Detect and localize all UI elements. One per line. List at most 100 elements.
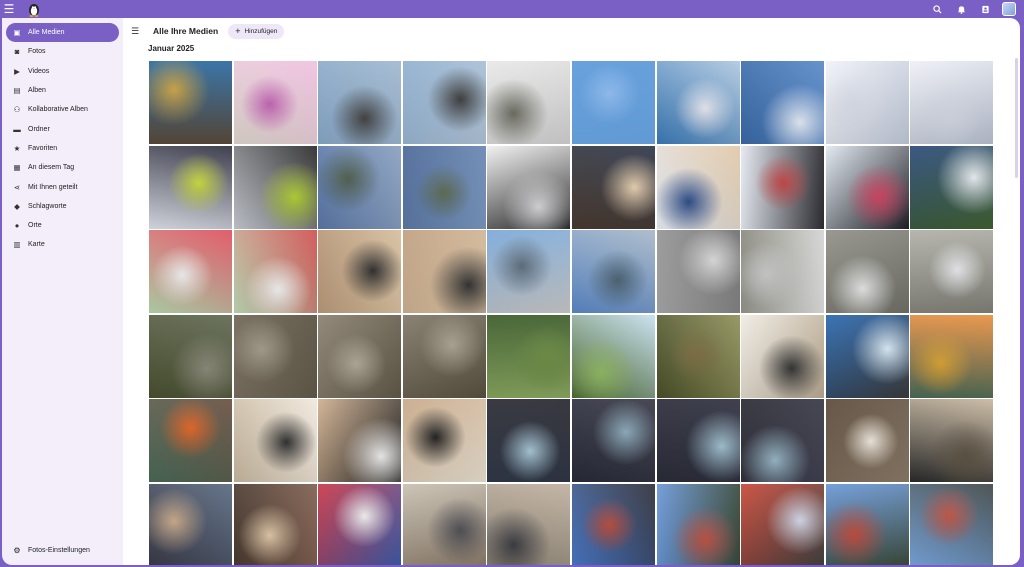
photo-thumbnail-person-fleece-3[interactable] bbox=[656, 399, 740, 483]
user-avatar[interactable] bbox=[1002, 2, 1016, 16]
photo-thumbnail-temple-visit[interactable] bbox=[402, 483, 486, 565]
page-title: Alle Ihre Medien bbox=[153, 26, 219, 36]
photo-thumbnail-ski-resort-sign[interactable] bbox=[910, 145, 994, 229]
photo-thumbnail-family-dinner[interactable] bbox=[233, 483, 317, 565]
contacts-icon[interactable] bbox=[978, 2, 992, 16]
sidebar-item-kollaborative-alben[interactable]: ⚇ Kollaborative Alben bbox=[6, 100, 119, 119]
plus-icon: + bbox=[235, 26, 241, 36]
photo-thumbnail-ski-map[interactable] bbox=[656, 61, 740, 144]
calendar-icon: ▦ bbox=[13, 163, 21, 173]
add-button[interactable]: + Hinzufügen bbox=[228, 23, 285, 39]
photo-thumbnail-rock-wall-3[interactable] bbox=[402, 314, 486, 398]
photo-thumbnail-shrine-crowd[interactable] bbox=[571, 483, 655, 565]
pin-icon: ● bbox=[14, 221, 20, 231]
sidebar-item-karte[interactable]: ▥ Karte bbox=[6, 235, 119, 254]
photo-thumbnail-forest-trees[interactable] bbox=[571, 314, 655, 398]
share-icon: ⋖ bbox=[13, 182, 21, 192]
photo-thumbnail-mount-fuji-screenshot[interactable] bbox=[741, 61, 825, 144]
map-icon: ▥ bbox=[13, 240, 21, 250]
photo-thumbnail-person-fleece[interactable] bbox=[487, 399, 571, 483]
photo-thumbnail-forest-ferns[interactable] bbox=[487, 314, 571, 398]
photo-thumbnail-person-table[interactable] bbox=[149, 483, 232, 565]
photo-thumbnail-calligraphy-stats-2[interactable] bbox=[402, 230, 486, 314]
photo-thumbnail-blue-stationery[interactable] bbox=[825, 314, 909, 398]
photo-thumbnail-crowd-santa[interactable] bbox=[149, 61, 232, 144]
photo-thumbnail-mountain-valley[interactable] bbox=[318, 145, 402, 229]
album-icon: ▤ bbox=[13, 86, 21, 96]
sidebar-item-label: Karte bbox=[28, 241, 45, 249]
sidebar-item-ordner[interactable]: ▬ Ordner bbox=[6, 119, 119, 138]
photo-thumbnail-red-app-screenshot[interactable] bbox=[318, 483, 402, 565]
photo-thumbnail-shibuya-buildings-2[interactable] bbox=[571, 230, 655, 314]
sidebar-item-schlagworte[interactable]: ◆ Schlagworte bbox=[6, 197, 119, 216]
photo-thumbnail-frosty-leaves[interactable] bbox=[656, 230, 740, 314]
photo-thumbnail-person-eating[interactable] bbox=[571, 145, 655, 229]
photo-thumbnail-shrine-crowd-2[interactable] bbox=[825, 483, 909, 565]
photo-thumbnail-person-fleece-2[interactable] bbox=[571, 399, 655, 483]
toggle-navigation-icon[interactable]: ☰ bbox=[131, 26, 143, 37]
sidebar-item-label: Fotos bbox=[28, 48, 46, 56]
photo-thumbnail-calligraphy-frame[interactable] bbox=[318, 399, 402, 483]
photo-thumbnail-skier-slope-2[interactable] bbox=[910, 61, 994, 144]
photo-thumbnail-family-gathering[interactable] bbox=[910, 399, 994, 483]
photo-thumbnail-skier-green-jacket[interactable] bbox=[233, 145, 317, 229]
star-icon: ★ bbox=[13, 143, 21, 153]
photo-thumbnail-skiers-legs[interactable] bbox=[741, 145, 825, 229]
sidebar-item-an-diesem-tag[interactable]: ▦ An diesem Tag bbox=[6, 158, 119, 177]
penguin-logo-icon[interactable] bbox=[26, 1, 42, 17]
photo-thumbnail-calligraphy-paper[interactable] bbox=[741, 314, 825, 398]
scrollbar[interactable] bbox=[1015, 58, 1018, 178]
photo-thumbnail-city-ring-sculpture[interactable] bbox=[318, 61, 402, 144]
photo-thumbnail-shrine-crowd-3[interactable] bbox=[910, 483, 994, 565]
sidebar-item-favoriten[interactable]: ★ Favoriten bbox=[6, 139, 119, 158]
sidebar-item-mit-ihnen-geteilt[interactable]: ⋖ Mit Ihnen geteilt bbox=[6, 177, 119, 196]
sidebar-item-alle-medien[interactable]: ▣ Alle Medien bbox=[6, 23, 119, 43]
sidebar-item-label: Schlagworte bbox=[28, 202, 67, 210]
photo-thumbnail-moon-blue-sky[interactable] bbox=[571, 61, 655, 144]
photo-thumbnail-skier-fallen-snow[interactable] bbox=[487, 145, 571, 229]
collab-album-icon: ⚇ bbox=[13, 105, 21, 115]
photo-thumbnail-rock-wall[interactable] bbox=[233, 314, 317, 398]
photo-thumbnail-skier-slope[interactable] bbox=[825, 61, 909, 144]
photo-thumbnail-backpack-on-snow[interactable] bbox=[487, 61, 571, 144]
main-content: ☰ Alle Ihre Medien + Hinzufügen Januar 2… bbox=[123, 18, 1020, 565]
photo-thumbnail-map-screenshot-2[interactable] bbox=[233, 230, 317, 314]
photo-thumbnail-persimmon-branch[interactable] bbox=[910, 314, 994, 398]
photo-thumbnail-desk-work[interactable] bbox=[825, 399, 909, 483]
sidebar-item-videos[interactable]: ▶ Videos bbox=[6, 62, 119, 81]
sidebar-item-label: Ordner bbox=[28, 125, 50, 133]
sidebar-item-label: Mit Ihnen geteilt bbox=[28, 183, 78, 191]
photo-thumbnail-frost-ground-2[interactable] bbox=[910, 230, 994, 314]
photo-thumbnail-family-photo[interactable] bbox=[487, 483, 571, 565]
photo-thumbnail-skier-yellow-jacket[interactable] bbox=[149, 145, 232, 229]
sidebar-item-label: Favoriten bbox=[28, 144, 58, 152]
photo-thumbnail-calligraphy-stats[interactable] bbox=[318, 230, 402, 314]
photo-thumbnail-shibuya-buildings[interactable] bbox=[487, 230, 571, 314]
photo-thumbnail-rock-wall-2[interactable] bbox=[318, 314, 402, 398]
search-icon[interactable] bbox=[930, 2, 944, 16]
photo-thumbnail-mountain-valley-2[interactable] bbox=[402, 145, 486, 229]
photo-thumbnail-calligraphy-frame-2[interactable] bbox=[402, 399, 486, 483]
photo-thumbnail-shrine-gate-2[interactable] bbox=[741, 483, 825, 565]
photo-thumbnail-person-eating-2[interactable] bbox=[656, 145, 740, 229]
photo-thumbnail-city-ring-sculpture-2[interactable] bbox=[402, 61, 486, 144]
photo-thumbnail-calligraphy-character[interactable] bbox=[233, 399, 317, 483]
hamburger-menu-icon[interactable]: ☰ bbox=[0, 0, 18, 18]
settings-label: Fotos-Einstellungen bbox=[28, 546, 90, 554]
photo-thumbnail-persimmon-table[interactable] bbox=[149, 399, 232, 483]
photo-thumbnail-pink-orchid[interactable] bbox=[233, 61, 317, 144]
photo-thumbnail-skiers-legs-2[interactable] bbox=[825, 145, 909, 229]
photo-thumbnail-person-fleece-4[interactable] bbox=[741, 399, 825, 483]
sidebar-item-orte[interactable]: ● Orte bbox=[6, 216, 119, 235]
photo-thumbnail-shrine-gate[interactable] bbox=[656, 483, 740, 565]
photo-thumbnail-forest-floor[interactable] bbox=[656, 314, 740, 398]
photo-thumbnail-frosty-rock[interactable] bbox=[741, 230, 825, 314]
settings-button[interactable]: ⚙ Fotos-Einstellungen bbox=[6, 543, 90, 557]
photo-thumbnail-rocky-stream[interactable] bbox=[149, 314, 232, 398]
photo-thumbnail-map-screenshot[interactable] bbox=[149, 230, 232, 314]
photo-thumbnail-frost-ground[interactable] bbox=[825, 230, 909, 314]
sidebar-item-alben[interactable]: ▤ Alben bbox=[6, 81, 119, 100]
sidebar-item-fotos[interactable]: ◙ Fotos bbox=[6, 42, 119, 61]
sidebar: ▣ Alle Medien ◙ Fotos ▶ Videos ▤ Alben ⚇ Kollabor… bbox=[2, 18, 123, 565]
bell-icon[interactable] bbox=[954, 2, 968, 16]
